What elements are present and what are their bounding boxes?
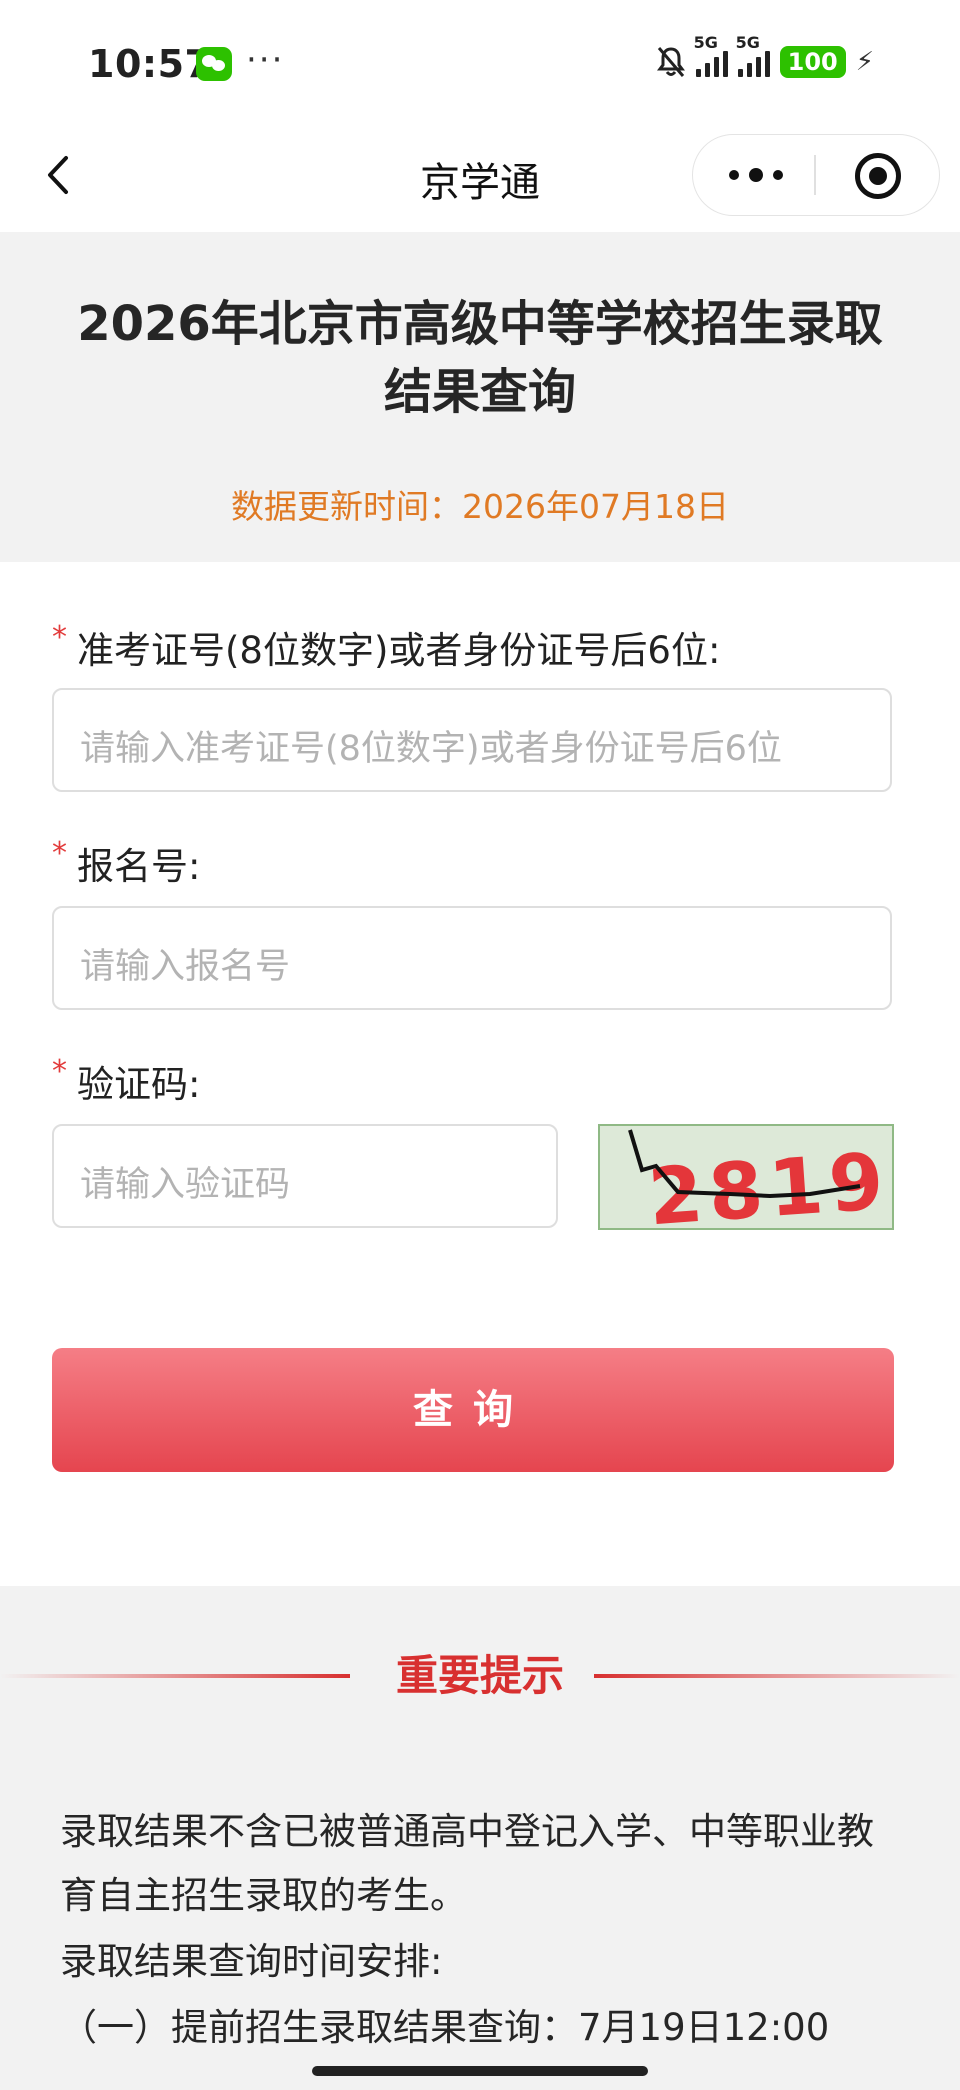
home-indicator[interactable]	[312, 2066, 648, 2076]
charging-icon: ⚡	[855, 47, 874, 77]
exam-id-label: * 准考证号(8位数字)或者身份证号后6位:	[52, 620, 721, 672]
required-mark: *	[52, 1054, 67, 1089]
tips-section: 重要提示 录取结果不含已被普通高中登记入学、中等职业教育自主招生录取的考生。 录…	[0, 1586, 960, 2090]
nav-bar: 京学通	[0, 120, 960, 232]
reg-no-label: * 报名号:	[52, 836, 201, 888]
required-mark: *	[52, 620, 67, 655]
tips-item-1: （一）提前招生录取结果查询：7月19日12:00	[60, 2006, 830, 2049]
exam-id-input[interactable]: 请输入准考证号(8位数字)或者身份证号后6位	[52, 688, 892, 792]
status-time: 10:57	[88, 42, 212, 86]
status-bar: 10:57 ··· 5G 5G 100 ⚡	[0, 0, 960, 120]
page-title: 2026年北京市高级中等学校招生录取结果查询	[77, 296, 883, 420]
signal-icon-1: 5G	[694, 33, 728, 77]
miniprogram-capsule	[692, 134, 940, 216]
capsule-divider	[814, 155, 816, 195]
page-header: 2026年北京市高级中等学校招生录取结果查询 数据更新时间：2026年07月18…	[0, 232, 960, 562]
tips-title: 重要提示	[395, 1651, 564, 1700]
reg-no-placeholder: 请输入报名号	[80, 947, 291, 987]
exam-id-placeholder: 请输入准考证号(8位数字)或者身份证号后6位	[80, 729, 782, 769]
more-icon[interactable]	[729, 161, 809, 189]
captcha-image[interactable]: 2819	[598, 1124, 894, 1230]
captcha-graphic: 2819	[600, 1126, 892, 1228]
captcha-input[interactable]: 请输入验证码	[52, 1124, 558, 1228]
captcha-label: * 验证码:	[52, 1054, 201, 1106]
status-more-dots: ···	[246, 40, 285, 80]
query-button[interactable]: 查询	[52, 1348, 894, 1472]
reg-no-input[interactable]: 请输入报名号	[52, 906, 892, 1010]
svg-text:2819: 2819	[646, 1137, 892, 1228]
tips-paragraph-1: 录取结果不含已被普通高中登记入学、中等职业教育自主招生录取的考生。	[60, 1810, 874, 1917]
close-miniprogram-icon[interactable]	[855, 153, 901, 199]
signal-icon-2: 5G	[736, 33, 770, 77]
query-form: * 准考证号(8位数字)或者身份证号后6位: 请输入准考证号(8位数字)或者身份证…	[0, 562, 960, 1582]
mute-bell-icon	[656, 47, 685, 77]
battery-indicator: 100	[779, 46, 846, 78]
captcha-placeholder: 请输入验证码	[80, 1165, 291, 1205]
tips-line-right	[594, 1674, 960, 1678]
system-icons: 5G 5G 100 ⚡	[656, 33, 874, 82]
tips-paragraph-2: 录取结果查询时间安排:	[60, 1940, 443, 1983]
update-time: 数据更新时间：2026年07月18日	[231, 487, 729, 526]
required-mark: *	[52, 836, 67, 871]
wechat-icon	[196, 47, 232, 81]
